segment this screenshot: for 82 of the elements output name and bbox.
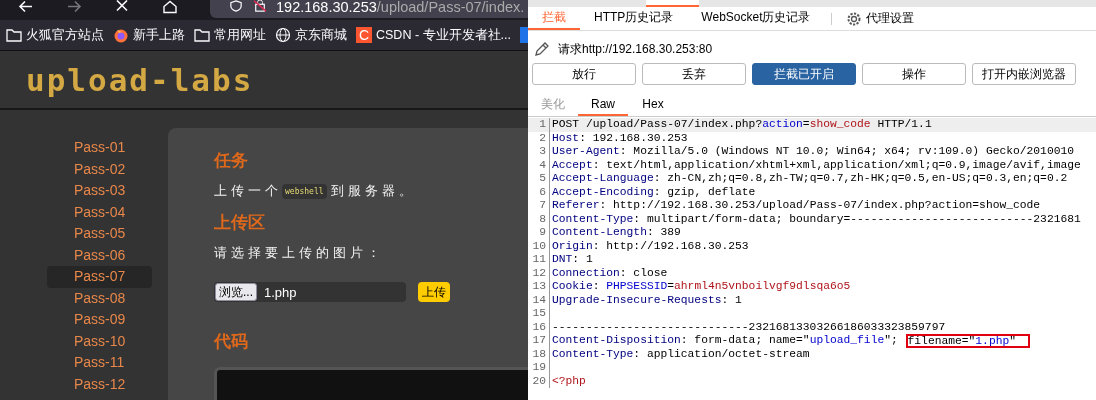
code-line: <?php [552,374,586,388]
level-link[interactable]: Pass-08 [47,287,152,309]
code-line: Content-Type: multipart/form-data; boundary=---------------------------2321681 [552,212,1081,226]
code-line: Accept: text/html,application/xhtml+xml,application/xml;q=0.9,image/avif,image [552,158,1081,172]
section-heading: 上传区 [214,212,266,234]
code-line: Content-Type: application/octet-stream [552,347,810,361]
line-number: 19 [528,361,550,375]
level-link[interactable]: Pass-06 [47,244,152,266]
line-number: 13 [528,280,550,294]
bookmark[interactable]: C CSDN - 专业开发者社... [356,26,511,44]
tab[interactable]: WebSocket历史记录 [687,7,825,30]
code-line: POST /upload/Pass-07/index.php?action=show_code HTTP/1.1 [552,118,932,132]
level-link[interactable]: Pass-10 [47,330,152,352]
task-text: 上传一个 [214,182,282,200]
bookmark[interactable]: 京东商城 [275,26,347,44]
request-label: 请求http://192.168.30.253:80 [558,40,713,58]
line-number: 12 [528,266,550,280]
code-line: Upgrade-Insecure-Requests: 1 [552,293,742,307]
level-link[interactable]: Pass-05 [47,223,152,245]
bookmark[interactable]: 火狐官方站点 [6,26,104,44]
line-number: 10 [528,239,550,253]
code-snippet: webshell [282,183,327,199]
line-number: 14 [528,293,550,307]
section-heading: 任务 [214,150,249,172]
task-text: 到服务器。 [330,182,416,200]
tab[interactable]: Hex [628,94,678,116]
action-button[interactable]: 操作 [862,63,966,85]
file-name: 1.php [264,284,297,300]
level-link[interactable]: Pass-11 [47,352,152,374]
url-text: 192.168.30.253/upload/Pass-07/index. [276,0,525,14]
code-line: Referer: http://192.168.30.253/upload/Pass-07/index.php?action=show_code [552,199,1041,213]
code-line: Origin: http://192.168.30.253 [552,239,749,253]
code-line: User-Agent: Mozilla/5.0 (Windows NT 10.0; Win64; x64; rv:109.0) Gecko/2010010 [552,145,1074,159]
site-logo: upload-labs [26,61,254,98]
highlighted-code: filename="1.php" [905,334,1031,348]
browse-button[interactable]: 浏览... [215,283,257,301]
tab[interactable]: Raw [578,94,628,116]
action-button[interactable]: 打开内嵌浏览器 [972,63,1076,85]
bookmark[interactable]: 新手上路 [113,26,185,44]
line-number: 20 [528,374,550,388]
line-number: 1 [528,118,550,132]
level-link[interactable]: Pass-04 [47,201,152,223]
level-link[interactable]: Pass-09 [47,309,152,331]
line-number: 15 [528,307,550,321]
code-line: Accept-Language: zh-CN,zh;q=0.8,zh-TW;q=0.7,zh-HK;q=0.5,en-US;q=0.3,en;q=0.2 [552,172,1068,186]
action-button[interactable]: 放行 [532,63,636,85]
level-link[interactable]: Pass-07 [47,266,152,288]
line-number: 9 [528,226,550,240]
section-heading: 代码 [214,331,249,353]
line-number: 11 [528,253,550,267]
line-number: 2 [528,131,550,145]
code-line: Connection: close [552,266,668,280]
level-link[interactable]: Pass-02 [47,158,152,180]
level-link[interactable]: Pass-01 [47,137,152,159]
level-link[interactable]: Pass-12 [47,373,152,395]
line-number: 17 [528,334,550,348]
address-bar[interactable]: 192.168.30.253/upload/Pass-07/index. [210,0,528,18]
file-input[interactable]: 浏览... 1.php [214,282,406,302]
line-number: 8 [528,212,550,226]
code-line: DNT: 1 [552,253,593,267]
code-line: Content-Disposition: form-data; name="upload_file"; [552,334,899,348]
line-number: 6 [528,185,550,199]
bookmark[interactable]: 常用网址 [194,26,266,44]
action-button[interactable]: 拦截已开启 [752,63,856,85]
line-number: 18 [528,347,550,361]
line-number: 4 [528,158,550,172]
line-number: 3 [528,145,550,159]
code-line: Host: 192.168.30.253 [552,131,688,145]
line-number: 7 [528,199,550,213]
code-line: -----------------------------23216813303266186033323859797 [552,320,946,334]
action-button[interactable]: 丢弃 [642,63,746,85]
logo-icon: C [356,27,372,43]
line-number: 5 [528,172,550,186]
code-line: Accept-Encoding: gzip, deflate [552,185,756,199]
tab[interactable]: HTTP历史记录 [580,7,688,30]
code-line: Cookie: PHPSESSID=ahrml4n5vnboilvgf9dlsqa6o5 [552,280,851,294]
settings-button[interactable]: 代理设置 [841,7,918,30]
upload-prompt: 请选择要上传的图片： [214,244,385,262]
upload-button[interactable]: 上传 [418,282,450,302]
code-line: Content-Length: 389 [552,226,681,240]
line-number: 16 [528,320,550,334]
level-link[interactable]: Pass-03 [47,180,152,202]
